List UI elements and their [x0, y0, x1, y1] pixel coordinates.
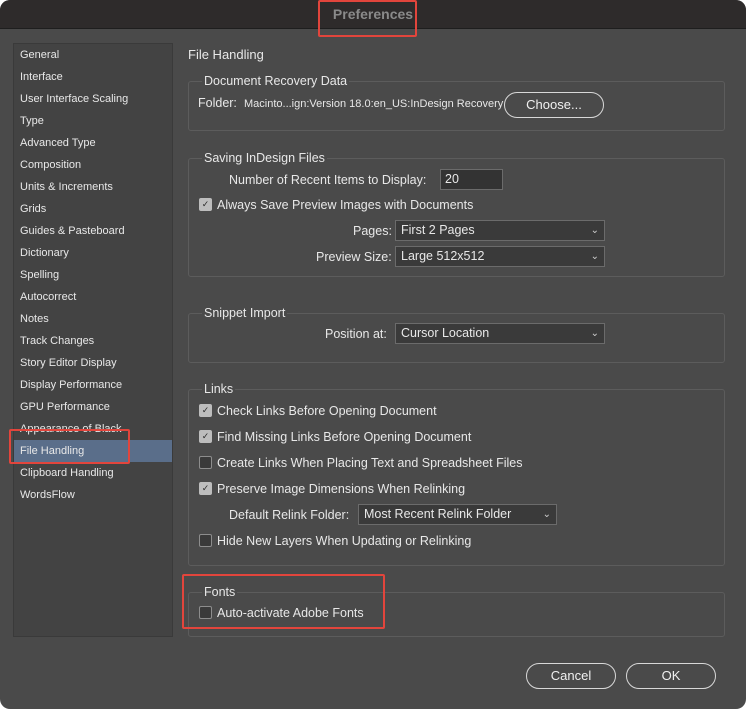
relink-folder-value: Most Recent Relink Folder [364, 507, 512, 521]
hide-layers-checkbox[interactable] [199, 534, 212, 547]
preview-size-label: Preview Size: [316, 250, 392, 264]
pages-select[interactable]: First 2 Pages ⌄ [395, 220, 605, 241]
links-group-title: Links [202, 381, 236, 397]
find-missing-checkbox[interactable]: ✓ [199, 430, 212, 443]
sidebar: General Interface User Interface Scaling… [13, 43, 173, 637]
sidebar-item-autocorrect[interactable]: Autocorrect [14, 286, 172, 308]
sidebar-item-advanced-type[interactable]: Advanced Type [14, 132, 172, 154]
find-missing-label: Find Missing Links Before Opening Docume… [217, 430, 472, 444]
save-preview-checkbox[interactable]: ✓ [199, 198, 212, 211]
chevron-down-icon: ⌄ [542, 509, 551, 520]
chevron-down-icon: ⌄ [590, 225, 599, 236]
position-at-value: Cursor Location [401, 326, 490, 340]
position-at-select[interactable]: Cursor Location ⌄ [395, 323, 605, 344]
sidebar-item-notes[interactable]: Notes [14, 308, 172, 330]
folder-label: Folder: [198, 96, 237, 110]
hide-layers-label: Hide New Layers When Updating or Relinki… [217, 534, 472, 548]
recovery-group-title: Document Recovery Data [202, 73, 350, 89]
pages-label: Pages: [353, 224, 392, 238]
folder-path: Macinto...ign:Version 18.0:en_US:InDesig… [244, 98, 504, 110]
sidebar-item-track-changes[interactable]: Track Changes [14, 330, 172, 352]
recent-items-field[interactable]: 20 [440, 169, 503, 190]
pages-value: First 2 Pages [401, 223, 475, 237]
cancel-button[interactable]: Cancel [526, 663, 616, 689]
ok-button[interactable]: OK [626, 663, 716, 689]
title-highlight-box [318, 0, 417, 37]
sidebar-item-general[interactable]: General [14, 44, 172, 66]
fonts-highlight-box [182, 574, 385, 629]
file-handling-highlight-box [9, 429, 130, 464]
sidebar-item-spelling[interactable]: Spelling [14, 264, 172, 286]
relink-folder-select[interactable]: Most Recent Relink Folder ⌄ [358, 504, 557, 525]
recent-items-label: Number of Recent Items to Display: [229, 173, 427, 187]
sidebar-item-clipboard[interactable]: Clipboard Handling [14, 462, 172, 484]
sidebar-item-interface[interactable]: Interface [14, 66, 172, 88]
sidebar-item-dictionary[interactable]: Dictionary [14, 242, 172, 264]
preview-size-select[interactable]: Large 512x512 ⌄ [395, 246, 605, 267]
checkmark-icon: ✓ [201, 431, 210, 441]
sidebar-item-composition[interactable]: Composition [14, 154, 172, 176]
preserve-dims-checkbox[interactable]: ✓ [199, 482, 212, 495]
sidebar-item-display-performance[interactable]: Display Performance [14, 374, 172, 396]
sidebar-item-wordsflow[interactable]: WordsFlow [14, 484, 172, 506]
saving-group-title: Saving InDesign Files [202, 150, 327, 166]
position-at-label: Position at: [325, 327, 387, 341]
save-preview-label: Always Save Preview Images with Document… [217, 198, 474, 212]
check-links-label: Check Links Before Opening Document [217, 404, 437, 418]
chevron-down-icon: ⌄ [590, 251, 599, 262]
preview-size-value: Large 512x512 [401, 249, 485, 263]
checkmark-icon: ✓ [201, 483, 210, 493]
sidebar-item-grids[interactable]: Grids [14, 198, 172, 220]
sidebar-item-type[interactable]: Type [14, 110, 172, 132]
check-links-checkbox[interactable]: ✓ [199, 404, 212, 417]
chevron-down-icon: ⌄ [590, 328, 599, 339]
page-title: File Handling [188, 47, 264, 62]
checkmark-icon: ✓ [201, 405, 210, 415]
create-links-label: Create Links When Placing Text and Sprea… [217, 456, 523, 470]
choose-button[interactable]: Choose... [504, 92, 604, 118]
create-links-checkbox[interactable] [199, 456, 212, 469]
sidebar-item-gpu-performance[interactable]: GPU Performance [14, 396, 172, 418]
checkmark-icon: ✓ [201, 199, 210, 209]
sidebar-item-story-editor[interactable]: Story Editor Display [14, 352, 172, 374]
sidebar-item-guides[interactable]: Guides & Pasteboard [14, 220, 172, 242]
relink-folder-label: Default Relink Folder: [229, 508, 350, 522]
preferences-dialog: Preferences General Interface User Inter… [0, 0, 746, 709]
sidebar-item-units[interactable]: Units & Increments [14, 176, 172, 198]
snippet-group-title: Snippet Import [202, 305, 288, 321]
sidebar-item-ui-scaling[interactable]: User Interface Scaling [14, 88, 172, 110]
preserve-dims-label: Preserve Image Dimensions When Relinking [217, 482, 466, 496]
